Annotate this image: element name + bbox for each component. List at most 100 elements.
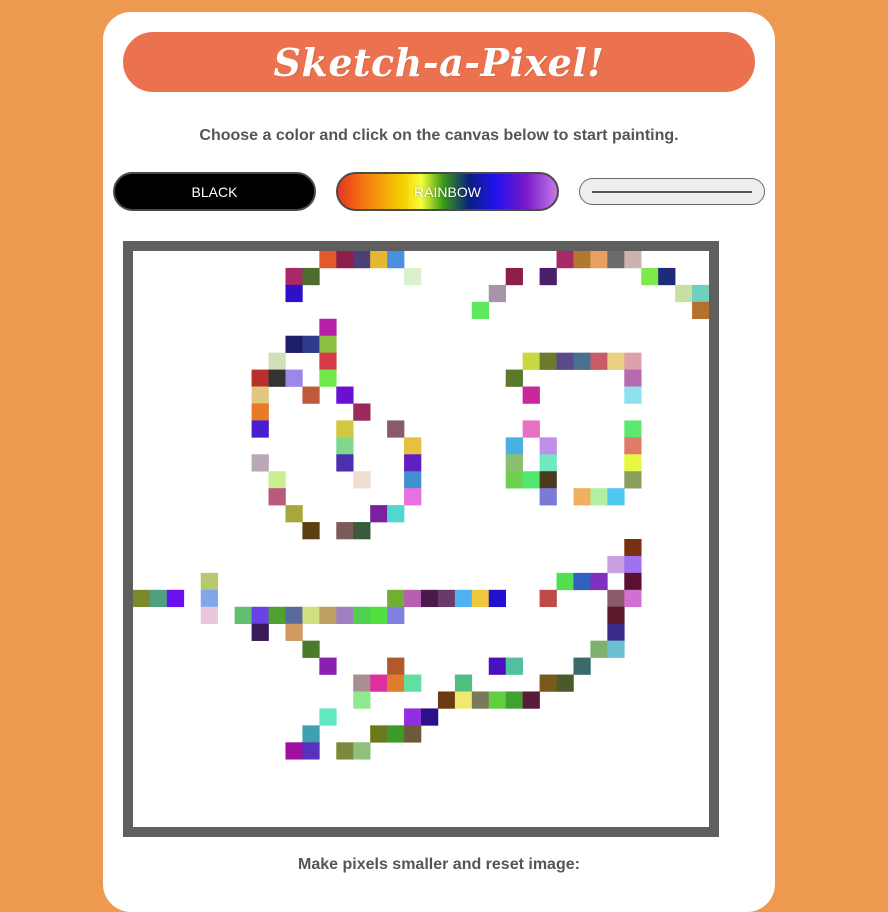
pixel-cell[interactable]: [522, 386, 540, 404]
pixel-cell[interactable]: [302, 386, 320, 404]
pixel-cell[interactable]: [404, 725, 422, 743]
pixel-cell[interactable]: [387, 725, 405, 743]
pixel-cell[interactable]: [251, 420, 269, 438]
pixel-cell[interactable]: [285, 335, 303, 353]
pixel-cell[interactable]: [336, 251, 354, 269]
pixel-cell[interactable]: [319, 251, 337, 269]
pixel-cell[interactable]: [200, 589, 218, 608]
pixel-cell[interactable]: [319, 369, 337, 387]
pixel-cell[interactable]: [522, 691, 540, 709]
pixel-cell[interactable]: [319, 335, 337, 353]
pixel-cell[interactable]: [522, 420, 540, 438]
pixel-cell[interactable]: [404, 471, 422, 489]
pixel-cell[interactable]: [624, 589, 642, 608]
pixel-cell[interactable]: [556, 352, 574, 370]
pixel-cell[interactable]: [268, 369, 286, 387]
pixel-cell[interactable]: [336, 742, 354, 760]
pixel-cell[interactable]: [133, 589, 151, 608]
pixel-cell[interactable]: [692, 301, 709, 320]
pixel-cell[interactable]: [590, 352, 608, 370]
pixel-cell[interactable]: [387, 420, 405, 438]
pixel-cell[interactable]: [302, 725, 320, 743]
pixel-cell[interactable]: [539, 589, 557, 608]
pixel-cell[interactable]: [285, 623, 303, 641]
pixel-cell[interactable]: [590, 640, 608, 658]
pixel-cell[interactable]: [353, 471, 371, 489]
pixel-cell[interactable]: [319, 657, 337, 675]
pixel-cell[interactable]: [319, 606, 337, 624]
pixel-cell[interactable]: [505, 267, 523, 286]
pixel-cell[interactable]: [302, 742, 320, 760]
pixel-cell[interactable]: [387, 251, 405, 269]
pixel-cell[interactable]: [319, 318, 337, 336]
pixel-cell[interactable]: [302, 267, 320, 286]
pixel-cell[interactable]: [336, 606, 354, 624]
pixel-cell[interactable]: [624, 555, 642, 574]
pixel-cell[interactable]: [624, 386, 642, 404]
pixel-cell[interactable]: [505, 437, 523, 455]
pixel-cell[interactable]: [353, 742, 371, 760]
pixel-cell[interactable]: [624, 420, 642, 438]
pixel-cell[interactable]: [624, 251, 642, 269]
pixel-cell[interactable]: [539, 454, 557, 472]
pixel-cell[interactable]: [607, 640, 625, 658]
pixel-cell[interactable]: [319, 352, 337, 370]
pixel-cell[interactable]: [251, 403, 269, 421]
pixel-cell[interactable]: [556, 251, 574, 269]
pixel-cell[interactable]: [200, 606, 218, 624]
pixel-cell[interactable]: [590, 488, 608, 506]
pixel-cell[interactable]: [539, 267, 557, 286]
pixel-cell[interactable]: [421, 589, 439, 608]
pixel-cell[interactable]: [285, 505, 303, 523]
pixel-cell[interactable]: [505, 691, 523, 709]
pixel-cell[interactable]: [404, 454, 422, 472]
pixel-cell[interactable]: [471, 691, 490, 709]
pixel-cell[interactable]: [353, 606, 371, 624]
pixel-cell[interactable]: [353, 691, 371, 709]
pixel-cell[interactable]: [200, 572, 218, 591]
pixel-cell[interactable]: [522, 352, 540, 370]
pixel-cell[interactable]: [624, 539, 642, 557]
pixel-cell[interactable]: [353, 251, 371, 269]
pixel-cell[interactable]: [387, 505, 405, 523]
pixel-cell[interactable]: [624, 352, 642, 370]
pixel-cell[interactable]: [404, 708, 422, 726]
pixel-cell[interactable]: [488, 657, 506, 675]
pixel-cell[interactable]: [149, 589, 168, 608]
pixel-cell[interactable]: [607, 589, 625, 608]
pixel-cell[interactable]: [404, 437, 422, 455]
slider-track[interactable]: [592, 190, 752, 193]
pixel-cell[interactable]: [336, 454, 354, 472]
pixel-cell[interactable]: [302, 522, 320, 540]
pixel-cell[interactable]: [454, 674, 473, 692]
rainbow-color-button[interactable]: RAINBOW: [336, 172, 559, 211]
pixel-cell[interactable]: [387, 657, 405, 675]
pixel-cell[interactable]: [539, 437, 557, 455]
pixel-cell[interactable]: [471, 589, 490, 608]
pixel-cell[interactable]: [573, 488, 591, 506]
pixel-cell[interactable]: [285, 267, 303, 286]
pixel-size-slider[interactable]: [579, 178, 765, 205]
pixel-cell[interactable]: [590, 251, 608, 269]
pixel-cell[interactable]: [624, 572, 642, 591]
pixel-cell[interactable]: [539, 471, 557, 489]
pixel-cell[interactable]: [624, 471, 642, 489]
pixel-cell[interactable]: [505, 471, 523, 489]
pixel-cell[interactable]: [268, 471, 286, 489]
pixel-cell[interactable]: [607, 606, 625, 624]
pixel-cell[interactable]: [387, 674, 405, 692]
pixel-cell[interactable]: [387, 606, 405, 624]
pixel-cell[interactable]: [353, 403, 371, 421]
pixel-cell[interactable]: [421, 708, 439, 726]
pixel-cell[interactable]: [268, 606, 286, 624]
pixel-cell[interactable]: [251, 454, 269, 472]
pixel-cell[interactable]: [539, 674, 557, 692]
pixel-cell[interactable]: [285, 606, 303, 624]
pixel-cell[interactable]: [336, 420, 354, 438]
pixel-cell[interactable]: [607, 488, 625, 506]
pixel-cell[interactable]: [251, 623, 269, 641]
pixel-cell[interactable]: [692, 284, 709, 303]
pixel-cell[interactable]: [336, 522, 354, 540]
pixel-cell[interactable]: [624, 454, 642, 472]
pixel-cell[interactable]: [285, 369, 303, 387]
